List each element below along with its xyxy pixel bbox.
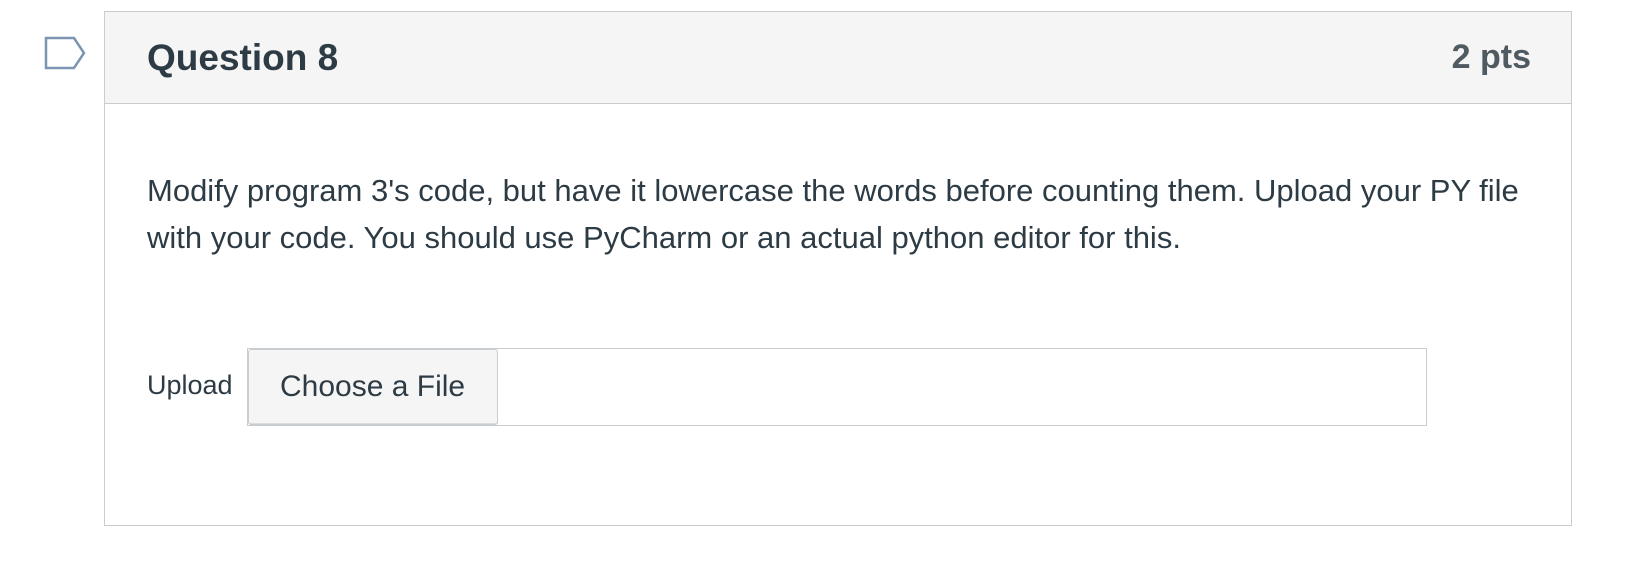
file-upload-field[interactable]: Choose a File [246, 348, 1427, 426]
upload-row: Upload Choose a File [147, 348, 1427, 426]
quiz-page: Question 8 2 pts Modify program 3's code… [0, 0, 1630, 568]
upload-label: Upload [147, 370, 233, 400]
question-title: Question 8 [147, 36, 339, 78]
question-header: Question 8 2 pts [105, 12, 1571, 104]
question-card: Question 8 2 pts Modify program 3's code… [104, 11, 1572, 526]
choose-file-button[interactable]: Choose a File [247, 349, 498, 425]
question-text: Modify program 3's code, but have it low… [147, 173, 1519, 255]
question-body: Modify program 3's code, but have it low… [105, 167, 1571, 261]
flag-question-icon[interactable] [44, 36, 88, 70]
question-points: 2 pts [1451, 38, 1531, 76]
